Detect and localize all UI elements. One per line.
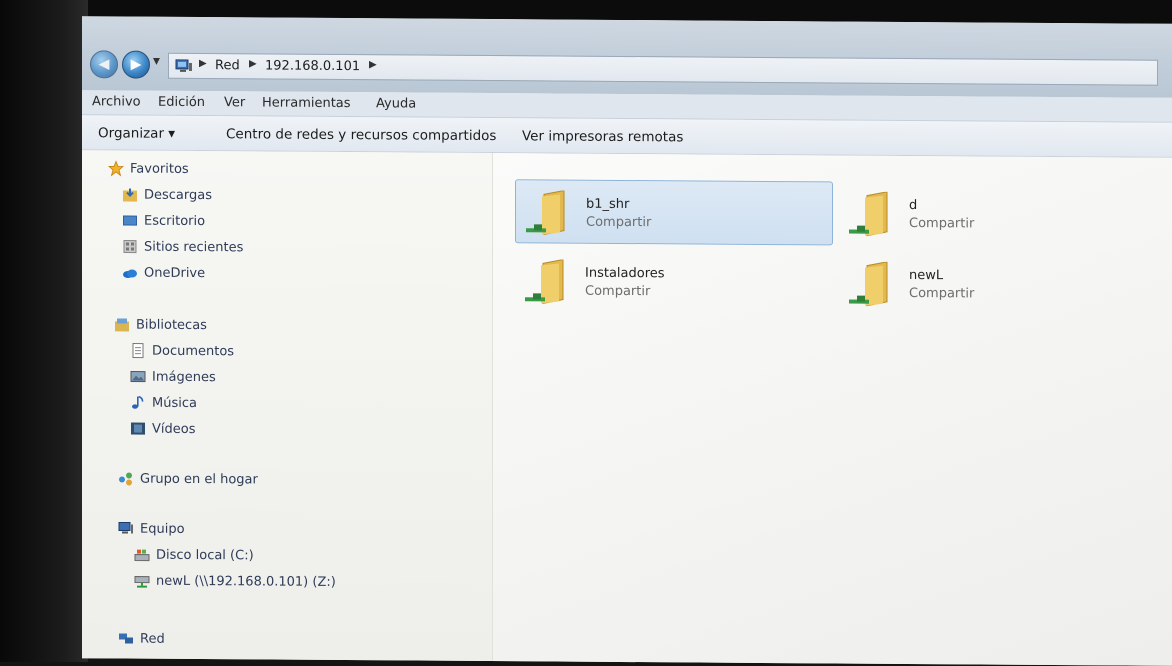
sidebar-item-local-disk[interactable]: Disco local (C:) (134, 545, 254, 566)
music-note-icon (130, 395, 146, 411)
network-share-folder-icon (524, 190, 570, 238)
sidebar-label: Descargas (144, 187, 212, 202)
sidebar-item-videos[interactable]: Vídeos (130, 419, 195, 439)
share-tile-instaladores[interactable]: Instaladores Compartir (515, 249, 833, 315)
sidebar-item-onedrive[interactable]: OneDrive (122, 262, 205, 283)
breadcrumb-separator-icon[interactable]: ▶ (199, 58, 207, 69)
address-bar[interactable]: ▶ Red ▶ 192.168.0.101 ▶ (168, 53, 1158, 86)
sidebar-item-favorites[interactable]: Favoritos (108, 158, 189, 179)
back-arrow-icon[interactable]: ◀ (90, 50, 118, 78)
recent-places-icon (122, 238, 138, 254)
breadcrumb-red[interactable]: Red (215, 58, 240, 73)
sidebar-label: Equipo (140, 521, 185, 536)
share-tile-newl[interactable]: newL Compartir (839, 251, 1157, 317)
menu-edicion[interactable]: Edición (158, 95, 205, 110)
network-share-folder-icon (847, 262, 893, 310)
share-name: b1_shr (586, 197, 629, 212)
downloads-folder-icon (122, 186, 138, 202)
sidebar-item-computer[interactable]: Equipo (118, 518, 185, 538)
sidebar-item-network-drive[interactable]: newL (\\192.168.0.101) (Z:) (134, 571, 336, 592)
sidebar-label: Disco local (C:) (156, 547, 254, 563)
share-type: Compartir (586, 215, 651, 230)
share-tile-b1_shr[interactable]: b1_shr Compartir (515, 179, 833, 245)
share-tile-d[interactable]: d Compartir (839, 181, 1157, 247)
libraries-icon (114, 316, 130, 332)
local-disk-icon (134, 547, 150, 563)
menu-archivo[interactable]: Archivo (92, 94, 141, 109)
sidebar-label: Documentos (152, 343, 234, 359)
explorer-window: ◀ ▶ ▼ ▶ Red ▶ 192.168.0.101 ▶ Archivo Ed… (82, 16, 1172, 666)
sidebar-item-desktop[interactable]: Escritorio (122, 210, 205, 231)
pictures-icon (130, 369, 146, 385)
star-icon (108, 160, 124, 176)
share-type: Compartir (909, 216, 974, 231)
network-icon (175, 59, 193, 73)
sidebar-item-downloads[interactable]: Descargas (122, 184, 212, 205)
sidebar-label: OneDrive (144, 265, 205, 280)
share-name: d (909, 198, 917, 213)
share-name: newL (909, 268, 943, 283)
sidebar-label: Escritorio (144, 213, 205, 228)
computer-icon (118, 520, 134, 536)
sidebar-label: Red (140, 631, 165, 646)
cloud-icon (122, 264, 138, 280)
sidebar-label: Vídeos (152, 421, 195, 436)
homegroup-icon (118, 470, 134, 486)
content-pane: b1_shr Compartir d Compartir Instaladore… (493, 153, 1172, 666)
share-name: Instaladores (585, 266, 665, 282)
documents-icon (130, 343, 146, 359)
share-type: Compartir (909, 286, 974, 301)
sidebar-label: Bibliotecas (136, 317, 207, 332)
navigation-pane: Favoritos Descargas Escritorio Sitios re… (82, 150, 493, 663)
sidebar-item-pictures[interactable]: Imágenes (130, 367, 216, 388)
breadcrumb-host[interactable]: 192.168.0.101 (265, 58, 360, 74)
sidebar-item-recent-places[interactable]: Sitios recientes (122, 236, 243, 257)
sidebar-label: Imágenes (152, 369, 216, 384)
recent-pages-dropdown-icon[interactable]: ▼ (153, 57, 160, 67)
menu-herramientas[interactable]: Herramientas (262, 95, 351, 111)
breadcrumb-separator-icon[interactable]: ▶ (249, 58, 257, 69)
sidebar-label: Grupo en el hogar (140, 471, 258, 487)
sidebar-label: Sitios recientes (144, 239, 243, 255)
sidebar-label: Favoritos (130, 161, 189, 176)
sidebar-item-homegroup[interactable]: Grupo en el hogar (118, 468, 258, 489)
remote-printers-button[interactable]: Ver impresoras remotas (522, 128, 683, 145)
breadcrumb-separator-icon[interactable]: ▶ (369, 59, 377, 70)
share-type: Compartir (585, 284, 650, 299)
sidebar-item-music[interactable]: Música (130, 393, 197, 413)
network-share-folder-icon (523, 259, 569, 307)
sidebar-item-libraries[interactable]: Bibliotecas (114, 314, 207, 335)
desktop-icon (122, 212, 138, 228)
forward-arrow-icon[interactable]: ▶ (122, 50, 150, 78)
network-icon (118, 630, 134, 646)
network-center-button[interactable]: Centro de redes y recursos compartidos (226, 126, 496, 144)
organize-button[interactable]: Organizar ▾ (98, 125, 175, 142)
sidebar-item-network[interactable]: Red (118, 628, 165, 648)
sidebar-label: newL (\\192.168.0.101) (Z:) (156, 573, 336, 589)
network-drive-icon (134, 573, 150, 589)
menu-ayuda[interactable]: Ayuda (376, 96, 416, 111)
network-share-folder-icon (847, 192, 893, 240)
sidebar-item-documents[interactable]: Documentos (130, 341, 234, 362)
menu-ver[interactable]: Ver (224, 95, 245, 110)
sidebar-label: Música (152, 395, 197, 410)
title-bar: ◀ ▶ ▼ ▶ Red ▶ 192.168.0.101 ▶ (82, 16, 1172, 98)
monitor-bezel-left (0, 0, 88, 662)
video-icon (130, 421, 146, 437)
